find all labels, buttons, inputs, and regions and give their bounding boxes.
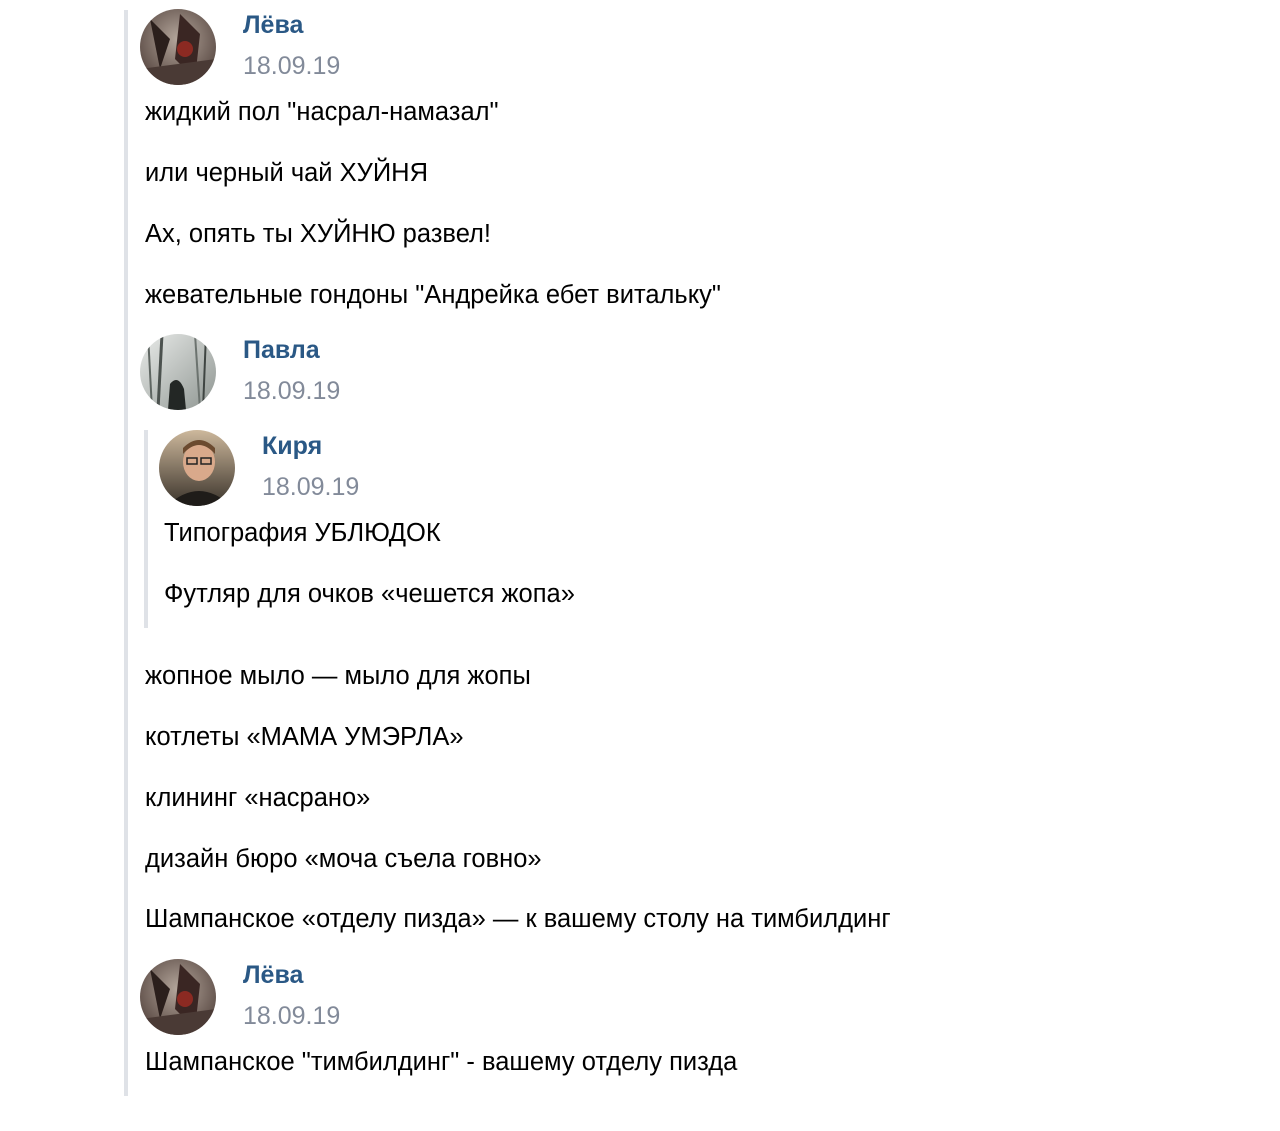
author-avatar[interactable] <box>140 334 216 410</box>
message-header: Киря 18.09.19 <box>159 430 559 506</box>
message-text-line: котлеты «МАМА УМЭРЛА» <box>145 723 464 751</box>
message-text-line: жевательные гондоны "Андрейка ебет витал… <box>145 281 721 309</box>
message-header: Лёва 18.09.19 <box>140 9 540 85</box>
message-text-line: Футляр для очков «чешется жопа» <box>164 580 575 608</box>
message-text-line: Типография УБЛЮДОК <box>164 519 441 547</box>
message-text-line: клининг «насрано» <box>145 784 371 812</box>
author-avatar[interactable] <box>140 9 216 85</box>
message-text-line: жопное мыло — мыло для жопы <box>145 662 531 690</box>
message-text-line: Шампанское «отделу пизда» — к вашему сто… <box>145 905 891 933</box>
message-header: Лёва 18.09.19 <box>140 959 540 1035</box>
message-text-line: дизайн бюро «моча съела говно» <box>145 845 542 873</box>
message-date[interactable]: 18.09.19 <box>243 377 340 406</box>
message-text-line: или черный чай ХУЙНЯ <box>145 159 429 187</box>
message-date[interactable]: 18.09.19 <box>243 52 340 81</box>
author-name-link[interactable]: Киря <box>262 432 322 461</box>
message-text-line: Шампанское "тимбилдинг" - вашему отделу … <box>145 1048 738 1076</box>
author-name-link[interactable]: Лёва <box>243 11 303 40</box>
author-name-link[interactable]: Павла <box>243 336 320 365</box>
message-date[interactable]: 18.09.19 <box>243 1002 340 1031</box>
message-text-line: Ах, опять ты ХУЙНЮ развел! <box>145 220 491 248</box>
author-avatar[interactable] <box>140 959 216 1035</box>
message-text-line: жидкий пол "насрал-намазал" <box>145 98 499 126</box>
forwarded-message: Киря 18.09.19 Типография УБЛЮДОК Футляр … <box>144 430 848 628</box>
message-header: Павла 18.09.19 <box>140 334 540 410</box>
message-date[interactable]: 18.09.19 <box>262 473 359 502</box>
author-avatar[interactable] <box>159 430 235 506</box>
author-name-link[interactable]: Лёва <box>243 961 303 990</box>
